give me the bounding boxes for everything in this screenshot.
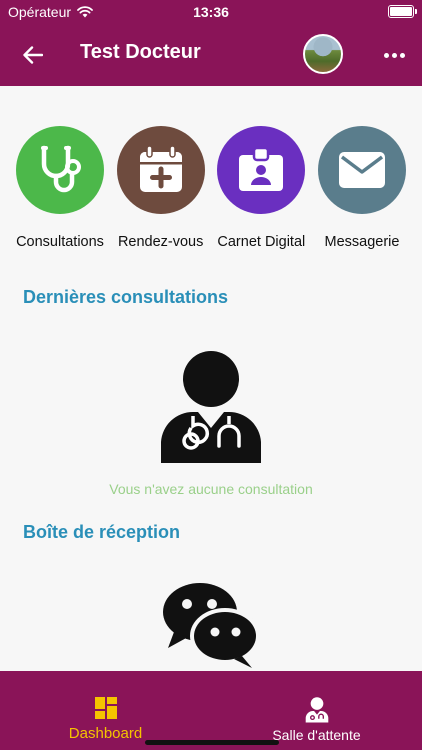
rendez-vous-button[interactable]: Rendez-vous: [111, 126, 211, 250]
page-title: Test Docteur: [80, 41, 201, 63]
empty-consultations-text: Vous n'avez aucune consultation: [109, 481, 313, 497]
tab-salle-attente[interactable]: Salle d'attente: [211, 671, 422, 750]
carnet-digital-icon-circle: [217, 126, 306, 214]
home-indicator: [145, 740, 279, 745]
consultations-section-title: Dernières consultations: [23, 287, 229, 307]
tab-dashboard[interactable]: Dashboard: [0, 671, 211, 750]
carnet-digital-button[interactable]: Carnet Digital: [211, 126, 311, 250]
more-dot: [383, 52, 389, 58]
quick-actions: Consultations Rendez-vous Carnet Digital: [10, 126, 412, 250]
tab-bar: Dashboard Salle d'attente: [0, 671, 422, 750]
back-button[interactable]: [18, 40, 48, 70]
doctor-icon: [161, 351, 261, 463]
nav-bar: Test Docteur: [0, 24, 422, 86]
rendez-vous-icon-circle: [116, 126, 205, 214]
inbox-section-title: Boîte de réception: [23, 522, 181, 542]
arrow-left-icon: [23, 46, 43, 64]
more-dot: [391, 52, 397, 58]
consultations-button[interactable]: Consultations: [10, 126, 110, 250]
more-options-button[interactable]: [381, 46, 407, 64]
doctor-icon: [305, 697, 328, 723]
status-time: 13:36: [193, 4, 229, 20]
chat-bubbles-icon: [163, 583, 260, 668]
consultations-label: Consultations: [16, 234, 104, 250]
stethoscope-icon: [41, 145, 81, 193]
calendar-plus-icon: [139, 145, 182, 192]
tab-dashboard-label: Dashboard: [68, 725, 143, 742]
consultations-icon-circle: [16, 126, 104, 214]
messagerie-button[interactable]: Messagerie: [312, 126, 412, 250]
rendez-vous-label: Rendez-vous: [117, 234, 204, 250]
tab-salle-attente-label: Salle d'attente: [272, 727, 361, 743]
more-dot: [399, 52, 405, 58]
carnet-digital-label: Carnet Digital: [217, 234, 306, 250]
messagerie-icon-circle: [317, 126, 406, 214]
avatar[interactable]: [303, 34, 343, 74]
envelope-icon: [338, 152, 385, 188]
battery-icon: [388, 5, 417, 18]
app-header: Opérateur 13:36 Test Docteur: [0, 0, 422, 86]
messagerie-label: Messagerie: [324, 234, 400, 250]
id-badge-icon: [239, 146, 284, 191]
dashboard-icon: [94, 697, 117, 719]
status-bar: Opérateur 13:36: [0, 0, 422, 24]
